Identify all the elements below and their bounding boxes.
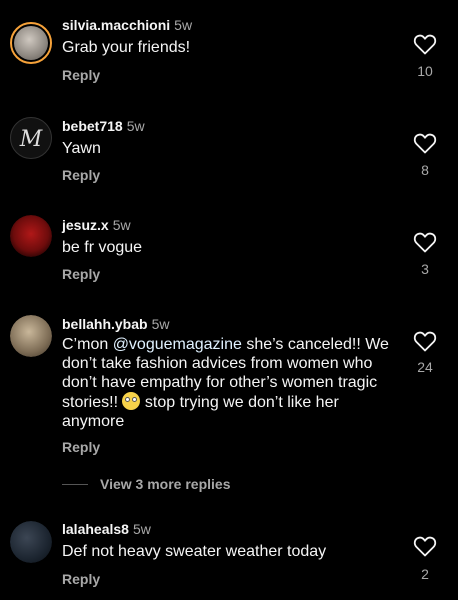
mention-link[interactable]: @voguemagazine [113, 336, 242, 353]
like-count: 8 [421, 162, 429, 178]
reply-button[interactable]: Reply [62, 266, 100, 282]
view-more-replies-label: View 3 more replies [100, 476, 231, 492]
username[interactable]: bellahh.ybab [62, 316, 148, 332]
heart-icon[interactable] [413, 231, 437, 253]
comment-text: Yawn [62, 140, 101, 157]
like-count: 2 [421, 566, 429, 582]
timestamp: 5w [126, 118, 145, 134]
comment-text: Def not heavy sweater weather today [62, 543, 327, 560]
comment-text-part: C’mon [62, 336, 113, 353]
heart-icon[interactable] [413, 132, 437, 154]
username[interactable]: jesuz.x [62, 217, 109, 233]
timestamp: 5w [132, 521, 151, 537]
heart-icon[interactable] [413, 535, 437, 557]
avatar[interactable] [10, 22, 52, 64]
avatar[interactable] [10, 215, 52, 257]
avatar[interactable]: M [10, 117, 52, 159]
reply-button[interactable]: Reply [62, 571, 100, 587]
like-count: 24 [417, 359, 433, 375]
comment-text: be fr vogue [62, 239, 143, 256]
avatar[interactable] [10, 521, 52, 563]
reply-button[interactable]: Reply [62, 167, 100, 183]
reply-button[interactable]: Reply [62, 67, 100, 83]
divider [62, 483, 88, 485]
username[interactable]: bebet718 [62, 118, 123, 134]
like-count: 10 [417, 63, 433, 79]
comment-text: Grab your friends! [62, 39, 191, 56]
rolling-eyes-emoji-icon [122, 392, 141, 410]
reply-button[interactable]: Reply [62, 439, 100, 455]
timestamp: 5w [112, 217, 131, 233]
like-count: 3 [421, 261, 429, 277]
heart-icon[interactable] [413, 330, 437, 352]
svg-text:M: M [19, 127, 43, 152]
username[interactable]: silvia.macchioni [62, 17, 170, 33]
username[interactable]: lalaheals8 [62, 521, 129, 537]
avatar[interactable] [10, 315, 52, 357]
timestamp: 5w [151, 316, 170, 332]
timestamp: 5w [174, 17, 193, 33]
comment-text: C’mon @voguemagazine she’s canceled!! We… [62, 335, 392, 431]
view-more-replies[interactable]: View 3 more replies [62, 474, 230, 494]
heart-icon[interactable] [413, 33, 437, 55]
